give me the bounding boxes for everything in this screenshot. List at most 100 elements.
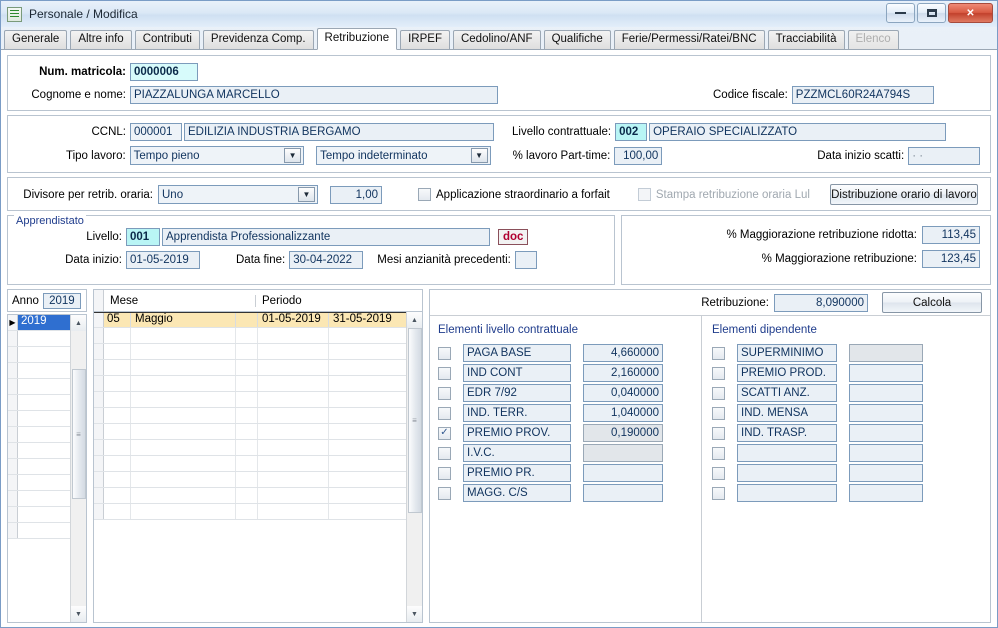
- elemento-checkbox[interactable]: [438, 386, 451, 400]
- table-row[interactable]: 05 Maggio 01-05-2019 31-05-2019: [94, 312, 406, 328]
- apprendistato-livello-desc-field[interactable]: Apprendista Professionalizzante: [162, 228, 490, 246]
- elemento-valore-field[interactable]: 1,040000: [583, 404, 663, 422]
- elemento-checkbox[interactable]: [438, 486, 451, 500]
- retribuzione-field[interactable]: 8,090000: [774, 293, 868, 312]
- elemento-nome-field[interactable]: IND. MENSA: [737, 404, 837, 422]
- doc-button[interactable]: doc: [498, 228, 529, 246]
- column-header-periodo[interactable]: Periodo: [256, 295, 422, 307]
- distribuzione-orario-button[interactable]: Distribuzione orario di lavoro: [829, 184, 978, 205]
- elemento-nome-field[interactable]: SUPERMINIMO: [737, 344, 837, 362]
- list-item[interactable]: [8, 475, 70, 491]
- tab-cedolino-anf[interactable]: Cedolino/ANF: [452, 30, 541, 49]
- elemento-nome-field[interactable]: SCATTI ANZ.: [737, 384, 837, 402]
- list-item[interactable]: [8, 411, 70, 427]
- table-row[interactable]: [94, 360, 406, 376]
- forfait-checkbox[interactable]: [418, 188, 431, 201]
- elemento-valore-field[interactable]: [583, 484, 663, 502]
- table-row[interactable]: [94, 424, 406, 440]
- maximize-button[interactable]: [917, 3, 946, 23]
- elemento-checkbox[interactable]: [438, 346, 451, 360]
- table-row[interactable]: [94, 344, 406, 360]
- elemento-nome-field[interactable]: PREMIO PROD.: [737, 364, 837, 382]
- scrollbar-thumb[interactable]: ≡: [71, 369, 86, 499]
- table-row[interactable]: [94, 376, 406, 392]
- list-item[interactable]: [8, 443, 70, 459]
- elemento-nome-field[interactable]: [737, 484, 837, 502]
- tab-altre-info[interactable]: Altre info: [70, 30, 132, 49]
- list-item[interactable]: [8, 459, 70, 475]
- elemento-valore-field[interactable]: [849, 364, 923, 382]
- list-item[interactable]: [8, 347, 70, 363]
- elemento-checkbox[interactable]: [712, 426, 725, 440]
- elemento-checkbox[interactable]: ✓: [438, 426, 451, 440]
- anno-list-scrollbar[interactable]: ▲ ≡ ▼: [70, 315, 86, 622]
- tab-tracciabilita[interactable]: Tracciabilità: [767, 30, 845, 49]
- livello-code-field[interactable]: 002: [615, 123, 648, 141]
- elemento-nome-field[interactable]: MAGG. C/S: [463, 484, 571, 502]
- column-header-mese[interactable]: Mese: [104, 294, 256, 307]
- tab-previdenza-comp[interactable]: Previdenza Comp.: [202, 30, 314, 49]
- tab-irpef[interactable]: IRPEF: [400, 30, 450, 49]
- list-item[interactable]: [8, 427, 70, 443]
- table-row[interactable]: [94, 392, 406, 408]
- divisore-numero-field[interactable]: 1,00: [330, 185, 382, 204]
- elemento-checkbox[interactable]: [712, 406, 725, 420]
- apprendistato-livello-code-field[interactable]: 001: [126, 228, 160, 246]
- elemento-nome-field[interactable]: I.V.C.: [463, 444, 571, 462]
- elemento-valore-field[interactable]: [849, 344, 923, 362]
- elemento-valore-field[interactable]: [583, 464, 663, 482]
- tab-generale[interactable]: Generale: [4, 30, 68, 49]
- elemento-valore-field[interactable]: [849, 484, 923, 502]
- close-button[interactable]: ✕: [948, 3, 993, 23]
- tab-ferie-permessi-ratei-bnc[interactable]: Ferie/Permessi/Ratei/BNC: [613, 30, 765, 49]
- anno-list[interactable]: ▶ 2019 ▲ ≡ ▼: [7, 314, 87, 623]
- scroll-up-icon[interactable]: ▲: [406, 312, 422, 328]
- chevron-down-icon[interactable]: ▼: [284, 148, 302, 163]
- scroll-up-icon[interactable]: ▲: [70, 315, 86, 331]
- list-item[interactable]: [8, 363, 70, 379]
- scrollbar-thumb[interactable]: ≡: [407, 328, 422, 513]
- table-row[interactable]: [94, 472, 406, 488]
- codice-fiscale-field[interactable]: PZZMCL60R24A794S: [791, 86, 934, 104]
- livello-description-field[interactable]: OPERAIO SPECIALIZZATO: [649, 123, 947, 141]
- list-item[interactable]: [8, 379, 70, 395]
- elemento-checkbox[interactable]: [712, 366, 725, 380]
- elemento-checkbox[interactable]: [438, 466, 451, 480]
- elemento-valore-field[interactable]: [583, 444, 663, 462]
- elemento-nome-field[interactable]: EDR 7/92: [463, 384, 571, 402]
- data-inizio-scatti-field[interactable]: · ·: [908, 146, 980, 165]
- minimize-button[interactable]: [886, 3, 915, 23]
- scroll-down-icon[interactable]: ▼: [406, 606, 422, 622]
- table-row[interactable]: [94, 408, 406, 424]
- maggiorazione-field[interactable]: 123,45: [922, 250, 980, 268]
- elemento-checkbox[interactable]: [712, 386, 725, 400]
- elemento-nome-field[interactable]: PREMIO PROV.: [463, 424, 571, 442]
- elemento-nome-field[interactable]: [737, 444, 837, 462]
- list-item[interactable]: [8, 395, 70, 411]
- elemento-valore-field[interactable]: 4,660000: [583, 344, 663, 362]
- elemento-nome-field[interactable]: IND CONT: [463, 364, 571, 382]
- elemento-nome-field[interactable]: IND. TRASP.: [737, 424, 837, 442]
- scroll-down-icon[interactable]: ▼: [70, 606, 86, 622]
- mesi-anzianita-field[interactable]: [514, 251, 537, 269]
- tipo-lavoro-durata-select[interactable]: Tempo indeterminato ▼: [316, 146, 491, 165]
- elemento-checkbox[interactable]: [438, 406, 451, 420]
- table-row[interactable]: [94, 456, 406, 472]
- table-row[interactable]: [94, 328, 406, 344]
- elemento-checkbox[interactable]: [712, 346, 725, 360]
- tab-qualifiche[interactable]: Qualifiche: [543, 30, 611, 49]
- ccnl-description-field[interactable]: EDILIZIA INDUSTRIA BERGAMO: [184, 123, 494, 141]
- part-time-field[interactable]: 100,00: [614, 146, 663, 165]
- elemento-checkbox[interactable]: [438, 366, 451, 380]
- list-item[interactable]: ▶ 2019: [8, 315, 70, 331]
- table-row[interactable]: [94, 440, 406, 456]
- divisore-select[interactable]: Uno ▼: [158, 185, 318, 204]
- list-item[interactable]: [8, 507, 70, 523]
- anno-value-field[interactable]: 2019: [42, 292, 81, 309]
- tab-retribuzione[interactable]: Retribuzione: [316, 28, 398, 50]
- maggiorazione-ridotta-field[interactable]: 113,45: [922, 226, 980, 244]
- chevron-down-icon[interactable]: ▼: [298, 187, 315, 202]
- tipo-lavoro-orario-select[interactable]: Tempo pieno ▼: [129, 146, 305, 165]
- elemento-valore-field[interactable]: [849, 384, 923, 402]
- scrollbar-track[interactable]: ≡: [71, 331, 87, 606]
